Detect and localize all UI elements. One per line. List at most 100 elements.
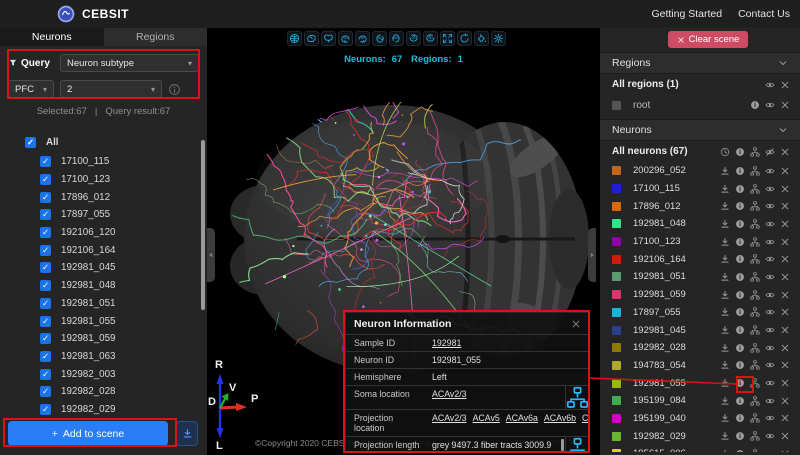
eye-icon[interactable] bbox=[765, 237, 775, 247]
neuron-color-swatch[interactable] bbox=[612, 343, 621, 352]
close-icon[interactable] bbox=[780, 201, 790, 211]
info-circle-icon[interactable] bbox=[735, 325, 745, 335]
close-icon[interactable] bbox=[780, 449, 790, 452]
info-circle-icon[interactable] bbox=[735, 413, 745, 423]
eye-icon[interactable] bbox=[765, 272, 775, 282]
neuron-color-swatch[interactable] bbox=[612, 202, 621, 211]
download-icon[interactable] bbox=[720, 396, 730, 406]
neuron-color-swatch[interactable] bbox=[612, 326, 621, 335]
clear-scene-button[interactable]: Clear scene bbox=[668, 31, 748, 48]
eye-icon[interactable] bbox=[765, 431, 775, 441]
tree-icon[interactable] bbox=[750, 378, 760, 388]
tree-icon[interactable] bbox=[750, 431, 760, 441]
info-circle-icon[interactable] bbox=[735, 272, 745, 282]
download-icon[interactable] bbox=[720, 219, 730, 229]
collapse-right-panel-handle[interactable] bbox=[588, 228, 596, 282]
neuron-color-swatch[interactable] bbox=[612, 396, 621, 405]
info-circle-icon[interactable] bbox=[735, 449, 745, 452]
download-icon[interactable] bbox=[720, 413, 730, 423]
reset-view-icon[interactable] bbox=[457, 31, 472, 46]
neuron-color-swatch[interactable] bbox=[612, 449, 621, 452]
neuron-color-swatch[interactable] bbox=[612, 219, 621, 228]
query-help-icon[interactable] bbox=[168, 83, 181, 96]
getting-started-link[interactable]: Getting Started bbox=[651, 8, 722, 20]
neuron-checkbox[interactable]: ✓ bbox=[40, 192, 51, 203]
fit-screen-icon[interactable] bbox=[440, 31, 455, 46]
panel-scrollbar[interactable] bbox=[561, 439, 564, 451]
close-icon[interactable] bbox=[780, 378, 790, 388]
info-circle-icon[interactable] bbox=[735, 219, 745, 229]
info-circle-icon[interactable] bbox=[735, 307, 745, 317]
eye-icon[interactable] bbox=[765, 100, 775, 110]
close-icon[interactable] bbox=[780, 360, 790, 370]
axial-view-icon[interactable] bbox=[287, 31, 302, 46]
background-icon[interactable] bbox=[474, 31, 489, 46]
eye-icon[interactable] bbox=[765, 413, 775, 423]
tab-regions[interactable]: Regions bbox=[104, 28, 208, 46]
tree-icon[interactable] bbox=[750, 201, 760, 211]
tree-icon[interactable] bbox=[750, 166, 760, 176]
neuron-checkbox[interactable]: ✓ bbox=[40, 404, 51, 415]
coronal-view-icon[interactable] bbox=[321, 31, 336, 46]
neuron-color-swatch[interactable] bbox=[612, 290, 621, 299]
close-icon[interactable] bbox=[780, 413, 790, 423]
close-icon[interactable] bbox=[780, 147, 790, 157]
tree-icon[interactable] bbox=[750, 413, 760, 423]
tree-icon[interactable] bbox=[750, 254, 760, 264]
close-icon[interactable] bbox=[780, 325, 790, 335]
neuron-color-swatch[interactable] bbox=[612, 237, 621, 246]
tree-icon[interactable] bbox=[750, 325, 760, 335]
eye-icon[interactable] bbox=[765, 325, 775, 335]
eye-icon[interactable] bbox=[765, 219, 775, 229]
region-link[interactable]: ACAv2/3 bbox=[432, 413, 467, 423]
info-circle-icon[interactable] bbox=[735, 290, 745, 300]
download-icon[interactable] bbox=[720, 290, 730, 300]
close-icon[interactable] bbox=[780, 307, 790, 317]
soma-location-link[interactable]: ACAv2/3 bbox=[432, 389, 467, 399]
info-circle-icon[interactable] bbox=[735, 431, 745, 441]
close-icon[interactable] bbox=[780, 272, 790, 282]
download-icon[interactable] bbox=[720, 254, 730, 264]
neuron-color-swatch[interactable] bbox=[612, 379, 621, 388]
eye-icon[interactable] bbox=[765, 343, 775, 353]
download-icon[interactable] bbox=[720, 184, 730, 194]
eye-icon[interactable] bbox=[765, 360, 775, 370]
close-icon[interactable] bbox=[780, 166, 790, 176]
eye-icon[interactable] bbox=[765, 307, 775, 317]
info-circle-icon[interactable] bbox=[735, 166, 745, 176]
eye-icon[interactable] bbox=[765, 449, 775, 452]
download-icon[interactable] bbox=[720, 237, 730, 247]
info-circle-icon[interactable] bbox=[735, 396, 745, 406]
region-link[interactable]: CP bbox=[582, 413, 590, 423]
close-icon[interactable] bbox=[780, 254, 790, 264]
neuron-checkbox[interactable]: ✓ bbox=[40, 262, 51, 273]
tree-icon[interactable] bbox=[750, 449, 760, 452]
download-icon[interactable] bbox=[720, 325, 730, 335]
download-icon[interactable] bbox=[720, 431, 730, 441]
eye-icon[interactable] bbox=[765, 166, 775, 176]
neuron-color-swatch[interactable] bbox=[612, 414, 621, 423]
viewer-canvas[interactable]: 90 90 90 90 90 90 Neurons:67 Regions bbox=[207, 28, 600, 455]
tree-icon[interactable] bbox=[750, 237, 760, 247]
neuron-checkbox[interactable]: ✓ bbox=[40, 316, 51, 327]
tree-icon[interactable] bbox=[750, 360, 760, 370]
close-icon[interactable] bbox=[780, 100, 790, 110]
region-link[interactable]: ACAv5 bbox=[473, 413, 500, 423]
download-icon[interactable] bbox=[720, 360, 730, 370]
download-icon[interactable] bbox=[720, 343, 730, 353]
download-selection-button[interactable] bbox=[176, 421, 198, 446]
eye-off-icon[interactable] bbox=[765, 147, 775, 157]
close-icon[interactable] bbox=[780, 431, 790, 441]
eye-icon[interactable] bbox=[765, 290, 775, 300]
neuron-color-swatch[interactable] bbox=[612, 361, 621, 370]
tree-icon[interactable] bbox=[566, 386, 589, 409]
roll-ccw-90-icon[interactable]: 90 bbox=[406, 31, 421, 46]
download-icon[interactable] bbox=[720, 307, 730, 317]
eye-icon[interactable] bbox=[765, 201, 775, 211]
download-icon[interactable] bbox=[720, 272, 730, 282]
download-icon[interactable] bbox=[720, 166, 730, 176]
neuron-checkbox[interactable]: ✓ bbox=[40, 209, 51, 220]
info-circle-icon[interactable] bbox=[735, 237, 745, 247]
close-icon[interactable] bbox=[780, 290, 790, 300]
download-icon[interactable] bbox=[720, 378, 730, 388]
